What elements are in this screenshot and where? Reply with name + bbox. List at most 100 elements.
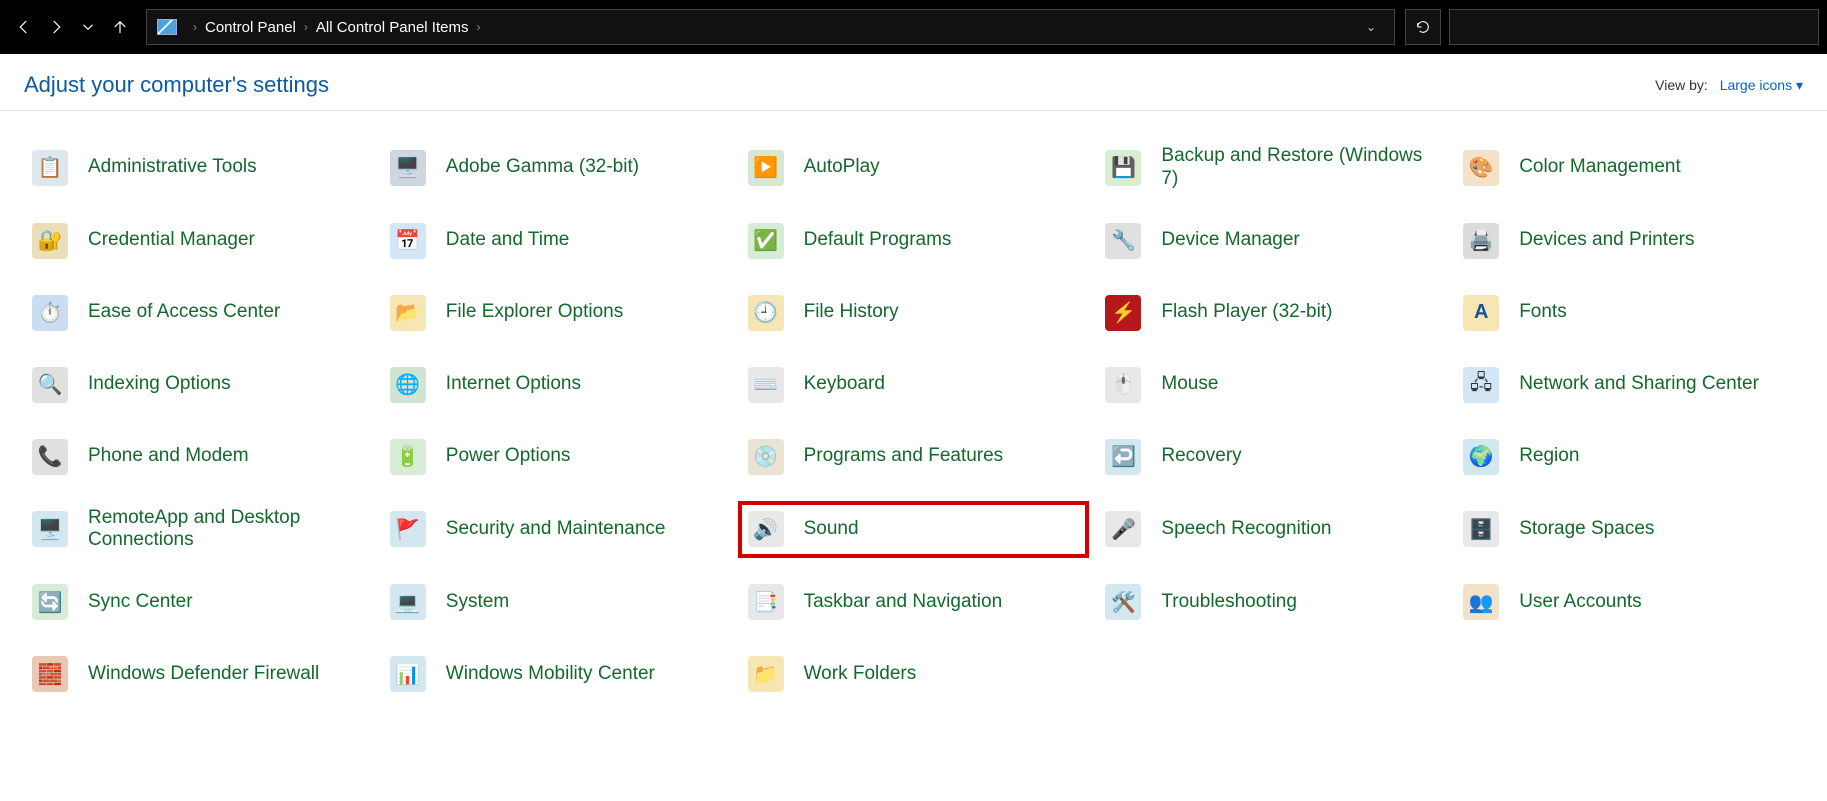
cpl-item-label[interactable]: User Accounts (1519, 591, 1642, 614)
cpl-item-label[interactable]: Sync Center (88, 591, 193, 614)
breadcrumb-root[interactable]: Control Panel (205, 19, 296, 36)
cpl-item-troubleshooting[interactable]: 🛠️Troubleshooting (1097, 576, 1445, 628)
cpl-item-ease-of-access[interactable]: ⏱️Ease of Access Center (24, 287, 372, 339)
cpl-item-label[interactable]: Flash Player (32-bit) (1161, 301, 1332, 324)
cpl-item-programs-features[interactable]: 💿 Programs and Features (740, 431, 1088, 483)
cpl-item-label[interactable]: Work Folders (804, 663, 917, 686)
cpl-item-label[interactable]: Windows Mobility Center (446, 663, 655, 686)
cpl-item-network-sharing[interactable]: 🖧 Network and Sharing Center (1455, 359, 1803, 411)
cpl-item-label[interactable]: Indexing Options (88, 373, 231, 396)
cpl-item-region[interactable]: 🌍Region (1455, 431, 1803, 483)
back-button[interactable] (8, 11, 40, 43)
work-folders-icon: 📁 (746, 654, 786, 694)
flag-icon: 🚩 (388, 509, 428, 549)
cpl-item-label[interactable]: Internet Options (446, 373, 581, 396)
cpl-item-fonts[interactable]: AFonts (1455, 287, 1803, 339)
recent-locations-button[interactable] (72, 11, 104, 43)
cpl-item-label[interactable]: Phone and Modem (88, 445, 249, 468)
address-history-dropdown[interactable]: ⌄ (1358, 20, 1384, 34)
cpl-item-label[interactable]: Mouse (1161, 373, 1218, 396)
cpl-item-mobility-center[interactable]: 📊Windows Mobility Center (382, 648, 730, 700)
cpl-item-mouse[interactable]: 🖱️ Mouse (1097, 359, 1445, 411)
cpl-item-date-time[interactable]: 📅Date and Time (382, 215, 730, 267)
cpl-item-credential-manager[interactable]: 🔐Credential Manager (24, 215, 372, 267)
cpl-item-label[interactable]: File Explorer Options (446, 301, 623, 324)
cpl-item-label[interactable]: Backup and Restore (Windows 7) (1161, 145, 1439, 191)
programs-icon: 💿 (746, 437, 786, 477)
cpl-item-security-maintenance[interactable]: 🚩 Security and Maintenance (382, 503, 730, 557)
cpl-item-adobe-gamma[interactable]: 🖥️ Adobe Gamma (32-bit) (382, 141, 730, 195)
cpl-item-label[interactable]: Security and Maintenance (446, 518, 666, 541)
cpl-item-recovery[interactable]: ↩️Recovery (1097, 431, 1445, 483)
view-by-dropdown[interactable]: Large icons ▾ (1720, 77, 1803, 93)
taskbar-icon: 📑 (746, 582, 786, 622)
cpl-item-device-manager[interactable]: 🔧 Device Manager (1097, 215, 1445, 267)
cpl-item-autoplay[interactable]: ▶️AutoPlay (740, 141, 1088, 195)
cpl-item-remoteapp[interactable]: 🖥️ RemoteApp and Desktop Connections (24, 503, 372, 557)
cpl-item-file-history[interactable]: 🕘File History (740, 287, 1088, 339)
cpl-item-defender-firewall[interactable]: 🧱Windows Defender Firewall (24, 648, 372, 700)
cpl-item-power-options[interactable]: 🔋Power Options (382, 431, 730, 483)
up-button[interactable] (104, 11, 136, 43)
refresh-button[interactable] (1405, 9, 1441, 45)
cpl-item-flash-player[interactable]: ⚡Flash Player (32-bit) (1097, 287, 1445, 339)
speaker-icon: 🔊 (746, 509, 786, 549)
view-by-label: View by: (1655, 77, 1708, 93)
monitor-gamma-icon: 🖥️ (388, 148, 428, 188)
cpl-item-label[interactable]: Region (1519, 445, 1579, 468)
cpl-item-administrative-tools[interactable]: 📋Administrative Tools (24, 141, 372, 195)
cpl-item-indexing-options[interactable]: 🔍Indexing Options (24, 359, 372, 411)
cpl-item-internet-options[interactable]: 🌐Internet Options (382, 359, 730, 411)
cpl-item-label[interactable]: Devices and Printers (1519, 229, 1694, 252)
cpl-item-label[interactable]: Power Options (446, 445, 571, 468)
cpl-item-sound[interactable]: 🔊 Sound (740, 503, 1088, 557)
cpl-item-label[interactable]: Device Manager (1161, 229, 1299, 252)
cpl-item-label[interactable]: Recovery (1161, 445, 1241, 468)
cpl-item-label[interactable]: System (446, 591, 509, 614)
cpl-item-label[interactable]: Credential Manager (88, 229, 255, 252)
remote-icon: 🖥️ (30, 509, 70, 549)
cpl-item-label[interactable]: Adobe Gamma (32-bit) (446, 156, 639, 179)
cpl-item-label[interactable]: Windows Defender Firewall (88, 663, 319, 686)
address-field[interactable]: › Control Panel › All Control Panel Item… (146, 9, 1395, 45)
cpl-item-label[interactable]: Storage Spaces (1519, 518, 1654, 541)
cpl-item-label[interactable]: Programs and Features (804, 445, 1004, 468)
cpl-item-label[interactable]: File History (804, 301, 899, 324)
breadcrumb-sep-icon: › (304, 20, 308, 34)
cpl-item-label[interactable]: Troubleshooting (1161, 591, 1297, 614)
mouse-icon: 🖱️ (1103, 365, 1143, 405)
cpl-item-storage-spaces[interactable]: 🗄️Storage Spaces (1455, 503, 1803, 557)
cpl-item-label[interactable]: Administrative Tools (88, 156, 257, 179)
cpl-item-label[interactable]: Sound (804, 518, 859, 541)
cpl-item-user-accounts[interactable]: 👥User Accounts (1455, 576, 1803, 628)
cpl-item-sync-center[interactable]: 🔄Sync Center (24, 576, 372, 628)
breadcrumb-sub[interactable]: All Control Panel Items (316, 19, 469, 36)
cpl-item-taskbar-navigation[interactable]: 📑 Taskbar and Navigation (740, 576, 1088, 628)
cpl-item-keyboard[interactable]: ⌨️Keyboard (740, 359, 1088, 411)
cpl-item-label[interactable]: Default Programs (804, 229, 952, 252)
forward-button[interactable] (40, 11, 72, 43)
cpl-item-system[interactable]: 💻System (382, 576, 730, 628)
cpl-item-default-programs[interactable]: ✅Default Programs (740, 215, 1088, 267)
cpl-item-file-explorer-options[interactable]: 📂File Explorer Options (382, 287, 730, 339)
cpl-item-label[interactable]: Taskbar and Navigation (804, 591, 1003, 614)
cpl-item-label[interactable]: Fonts (1519, 301, 1567, 324)
cpl-item-work-folders[interactable]: 📁 Work Folders (740, 648, 1088, 700)
cpl-item-label[interactable]: RemoteApp and Desktop Connections (88, 507, 366, 553)
cpl-item-label[interactable]: Color Management (1519, 156, 1681, 179)
cpl-item-label[interactable]: Network and Sharing Center (1519, 373, 1759, 396)
search-input[interactable] (1449, 9, 1819, 45)
cpl-item-devices-printers[interactable]: 🖨️Devices and Printers (1455, 215, 1803, 267)
cpl-item-label[interactable]: Speech Recognition (1161, 518, 1331, 541)
cpl-item-phone-modem[interactable]: 📞Phone and Modem (24, 431, 372, 483)
cpl-item-label[interactable]: AutoPlay (804, 156, 880, 179)
cpl-item-speech-recognition[interactable]: 🎤 Speech Recognition (1097, 503, 1445, 557)
cpl-item-color-management[interactable]: 🎨Color Management (1455, 141, 1803, 195)
cpl-item-label[interactable]: Date and Time (446, 229, 570, 252)
cpl-item-backup-restore[interactable]: 💾Backup and Restore (Windows 7) (1097, 141, 1445, 195)
microphone-icon: 🎤 (1103, 509, 1143, 549)
device-manager-icon: 🔧 (1103, 221, 1143, 261)
cpl-item-label[interactable]: Keyboard (804, 373, 885, 396)
cpl-item-label[interactable]: Ease of Access Center (88, 301, 280, 324)
network-icon: 🖧 (1461, 365, 1501, 405)
